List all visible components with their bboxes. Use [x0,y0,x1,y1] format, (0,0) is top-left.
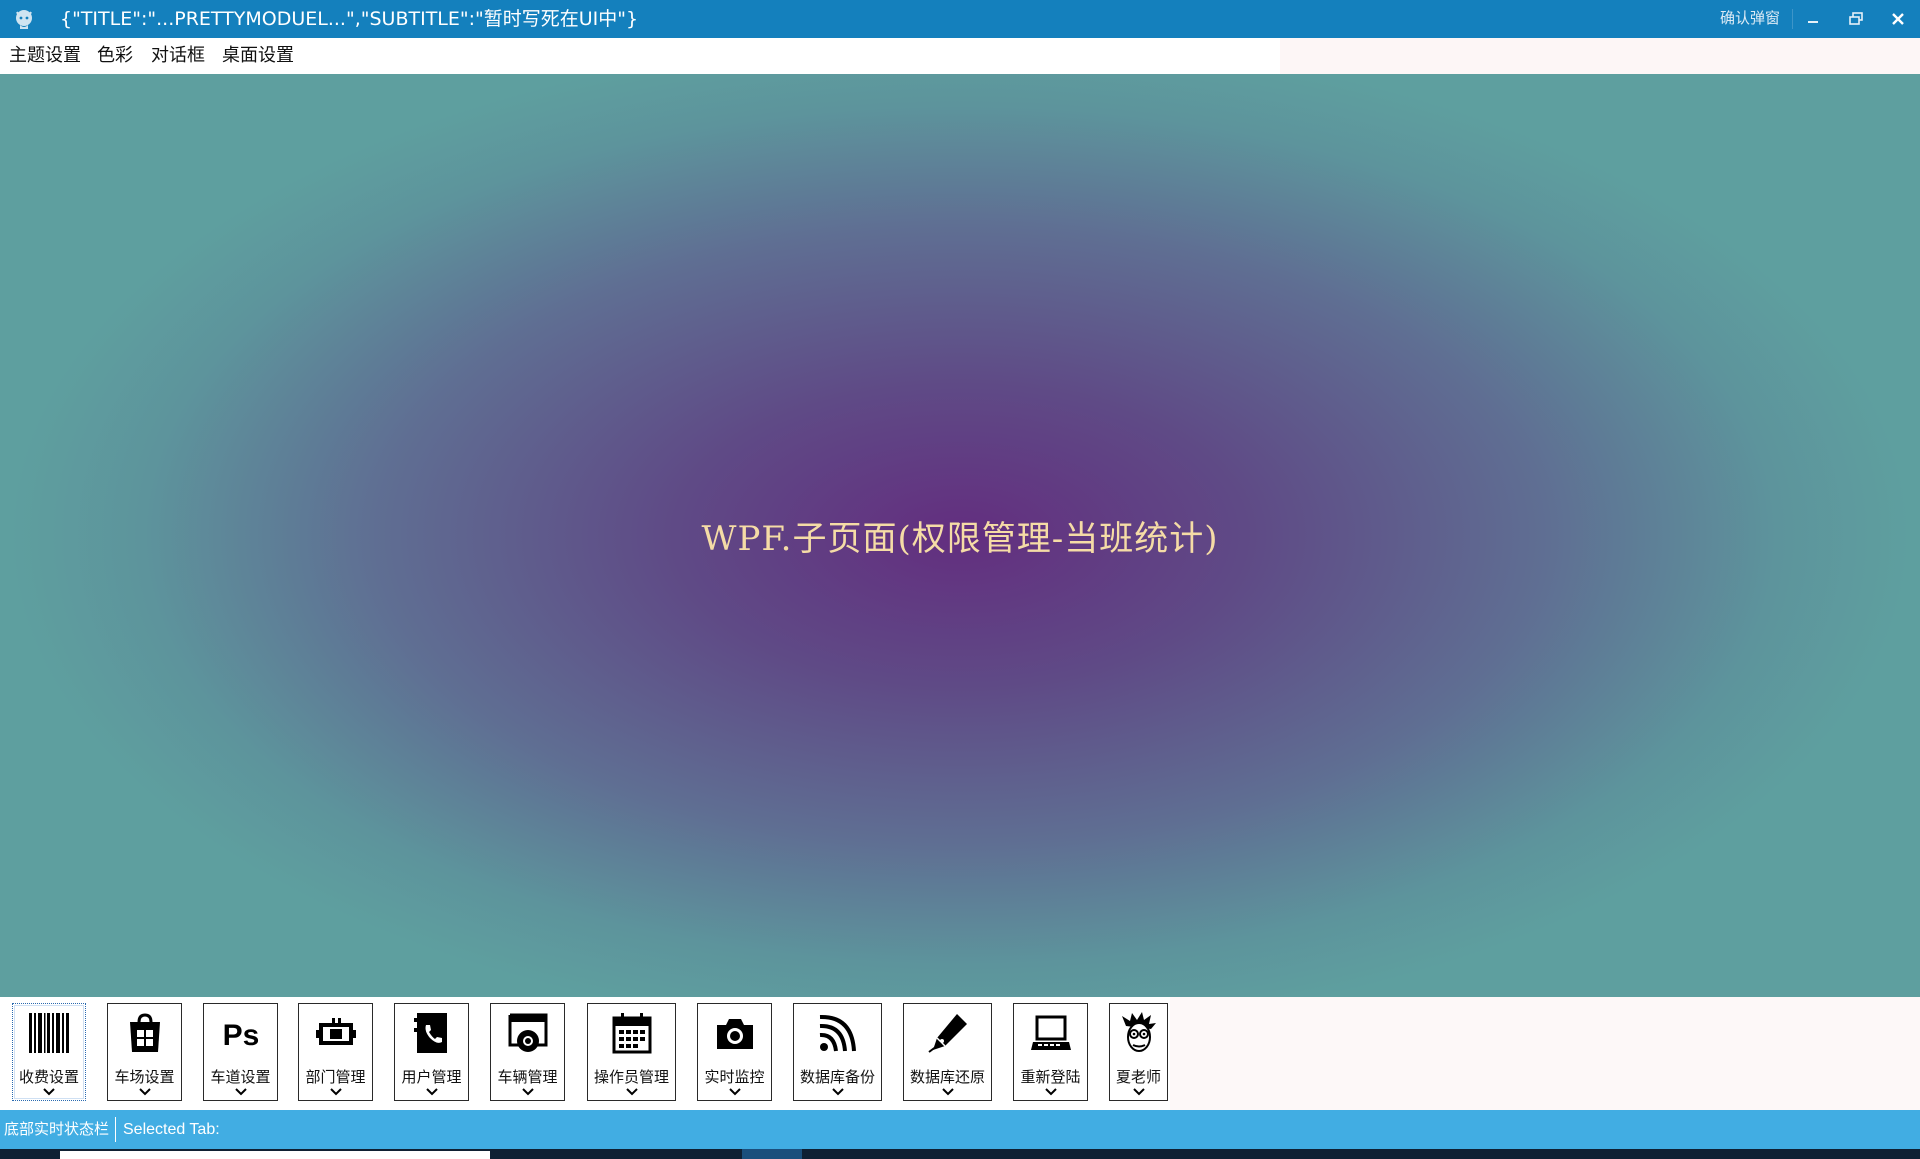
tool-user-management[interactable]: 用户管理 [394,1003,469,1101]
tool-label: 用户管理 [401,1068,462,1086]
svg-text:Ps: Ps [222,1019,259,1052]
taskbar-search-box[interactable] [60,1151,490,1159]
tool-lane-settings[interactable]: Ps 车道设置 [203,1003,278,1101]
tool-label: 实时监控 [704,1068,765,1086]
tool-teacher-xia[interactable]: 夏老师 [1109,1003,1168,1101]
tool-parking-lot-settings[interactable]: 车场设置 [107,1003,182,1101]
window-title: {"TITLE":"...PRETTYMODUEL...","SUBTITLE"… [60,8,639,30]
status-bar: 底部实时状态栏 Selected Tab: [0,1110,1920,1149]
chevron-down-icon [831,1088,844,1096]
minimize-icon [1808,21,1818,23]
restore-icon [1849,12,1863,25]
title-bar: {"TITLE":"...PRETTYMODUEL...","SUBTITLE"… [0,0,1920,38]
chevron-down-icon [728,1088,741,1096]
tool-relogin[interactable]: 重新登陆 [1013,1003,1088,1101]
menu-theme-settings[interactable]: 主题设置 [9,38,81,74]
camera-icon [716,1019,753,1049]
menu-dialogs[interactable]: 对话框 [151,38,205,74]
browser-icon [508,1013,547,1052]
pen-nib-icon [927,1014,967,1053]
tool-database-backup[interactable]: 数据库备份 [793,1003,882,1101]
menu-desktop-settings[interactable]: 桌面设置 [222,38,294,74]
selected-tab-text: Selected Tab: [123,1121,220,1138]
close-icon [1892,13,1904,25]
photoshop-icon: Ps [222,1019,259,1052]
title-separator [1792,9,1793,29]
tool-label: 车场设置 [114,1068,175,1086]
tool-department-management[interactable]: 部门管理 [298,1003,373,1101]
bottom-toolbar: 收费设置 车场设置 Ps 车道设置 部门管理 用户管理 车辆管理 操作员管理 实… [0,997,1920,1110]
wifi-icon [819,1014,856,1052]
cartoon-face-icon [1121,1012,1156,1052]
tool-label: 重新登陆 [1020,1068,1081,1086]
chevron-down-icon [941,1088,954,1096]
status-separator [115,1117,116,1142]
tool-label: 操作员管理 [593,1068,669,1086]
tool-label: 部门管理 [305,1068,366,1086]
chevron-down-icon [138,1088,151,1096]
status-bar-label: 底部实时状态栏 [4,1120,110,1138]
battery-plug-icon [315,1018,356,1045]
chevron-down-icon [329,1088,342,1096]
chevron-down-icon [43,1088,55,1096]
tool-operator-management[interactable]: 操作员管理 [587,1003,676,1101]
menu-bar: 主题设置 色彩 对话框 桌面设置 [0,38,1920,75]
phone-book-icon [413,1013,447,1053]
tool-database-restore[interactable]: 数据库还原 [903,1003,992,1101]
chevron-down-icon [521,1088,534,1096]
tool-vehicle-management[interactable]: 车辆管理 [490,1003,565,1101]
subpage-title: WPF.子页面(权限管理-当班统计) [701,519,1219,559]
minimize-button[interactable] [1797,4,1829,34]
confirm-popup-button[interactable]: 确认弹窗 [1720,0,1780,38]
chevron-down-icon [234,1088,247,1096]
menu-colors[interactable]: 色彩 [97,38,133,74]
laptop-icon [1030,1015,1071,1050]
github-octocat-icon [16,10,32,29]
tool-label: 收费设置 [18,1068,79,1086]
taskbar-active-app[interactable] [742,1149,802,1159]
tool-label: 车道设置 [210,1068,271,1086]
close-button[interactable] [1882,4,1914,34]
tool-label: 夏老师 [1115,1068,1161,1086]
tool-label: 数据库备份 [799,1068,875,1086]
calendar-icon [612,1013,651,1054]
restore-button[interactable] [1840,4,1872,34]
chevron-down-icon [625,1088,638,1096]
tool-label: 数据库还原 [909,1068,985,1086]
tool-realtime-monitoring[interactable]: 实时监控 [697,1003,772,1101]
main-content: WPF.子页面(权限管理-当班统计) [0,74,1920,997]
chevron-down-icon [1044,1088,1057,1096]
store-icon [129,1013,160,1052]
chevron-down-icon [1132,1088,1145,1096]
tool-label: 车辆管理 [497,1068,558,1086]
barcode-icon [29,1013,69,1053]
chevron-down-icon [425,1088,438,1096]
os-taskbar [0,1149,1920,1159]
tool-fee-settings[interactable]: 收费设置 [12,1003,86,1101]
